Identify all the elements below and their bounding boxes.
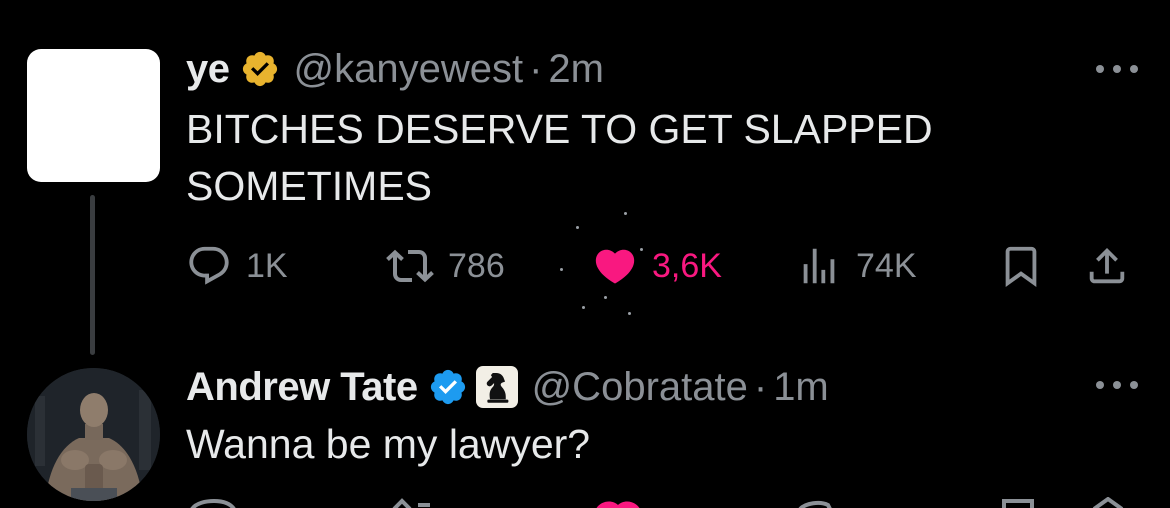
- tweet-actions-partial: [0, 496, 1170, 508]
- tweet[interactable]: Andrew Tate @Cobratate · 1m Wanna be my …: [0, 340, 1170, 508]
- bookmark-icon: [1005, 246, 1037, 287]
- like-sparkle: [628, 312, 631, 315]
- user-handle[interactable]: @kanyewest: [294, 47, 524, 92]
- bookmark-button[interactable]: [998, 236, 1044, 296]
- like-sparkle: [582, 306, 585, 309]
- views-button[interactable]: 74K: [796, 236, 917, 296]
- like-sparkle: [640, 248, 643, 251]
- speech-bubble-icon: [189, 246, 229, 285]
- heart-icon: [595, 249, 635, 284]
- share-button[interactable]: [1084, 236, 1130, 296]
- reply-button[interactable]: 1K: [186, 236, 288, 296]
- chess-knight-icon[interactable]: [475, 366, 518, 408]
- user-handle[interactable]: @Cobratate: [532, 365, 748, 410]
- like-count: 3,6K: [652, 246, 722, 285]
- display-name[interactable]: Andrew Tate: [186, 365, 418, 410]
- tweet-header: ye @kanyewest · 2m: [186, 44, 604, 94]
- tweet[interactable]: ye @kanyewest · 2m BITCHES DESERVE TO GE…: [0, 0, 1170, 355]
- repost-arrows-icon: [386, 249, 434, 283]
- timestamp[interactable]: 2m: [548, 47, 604, 92]
- repost-button[interactable]: 786: [386, 236, 505, 296]
- repost-count: 786: [448, 246, 505, 285]
- reply-count: 1K: [246, 246, 288, 285]
- separator-dot: ·: [529, 46, 543, 91]
- avatar[interactable]: [27, 49, 160, 182]
- display-name[interactable]: ye: [186, 47, 230, 92]
- avatar[interactable]: [27, 368, 160, 501]
- separator-dot: ·: [753, 364, 768, 409]
- gold-verified-badge-icon[interactable]: [240, 49, 280, 89]
- like-sparkle: [576, 226, 579, 229]
- tweet-actions: 1K 786 3,6K 74K: [0, 236, 1170, 296]
- like-sparkle: [560, 268, 563, 271]
- timestamp[interactable]: 1m: [773, 365, 829, 410]
- like-sparkle: [624, 212, 627, 215]
- views-count: 74K: [856, 246, 917, 285]
- tweet-header: Andrew Tate @Cobratate · 1m: [186, 362, 829, 412]
- share-upload-icon: [1089, 247, 1125, 284]
- more-dots-icon[interactable]: [1096, 379, 1138, 391]
- tweet-text: BITCHES DESERVE TO GET SLAPPED SOMETIMES: [186, 106, 933, 209]
- like-sparkle: [604, 296, 607, 299]
- bar-chart-icon: [803, 248, 835, 284]
- like-button[interactable]: 3,6K: [592, 236, 722, 296]
- tweet-text: Wanna be my lawyer?: [186, 421, 591, 467]
- more-dots-icon[interactable]: [1096, 63, 1138, 75]
- blue-verified-badge-icon[interactable]: [428, 367, 468, 407]
